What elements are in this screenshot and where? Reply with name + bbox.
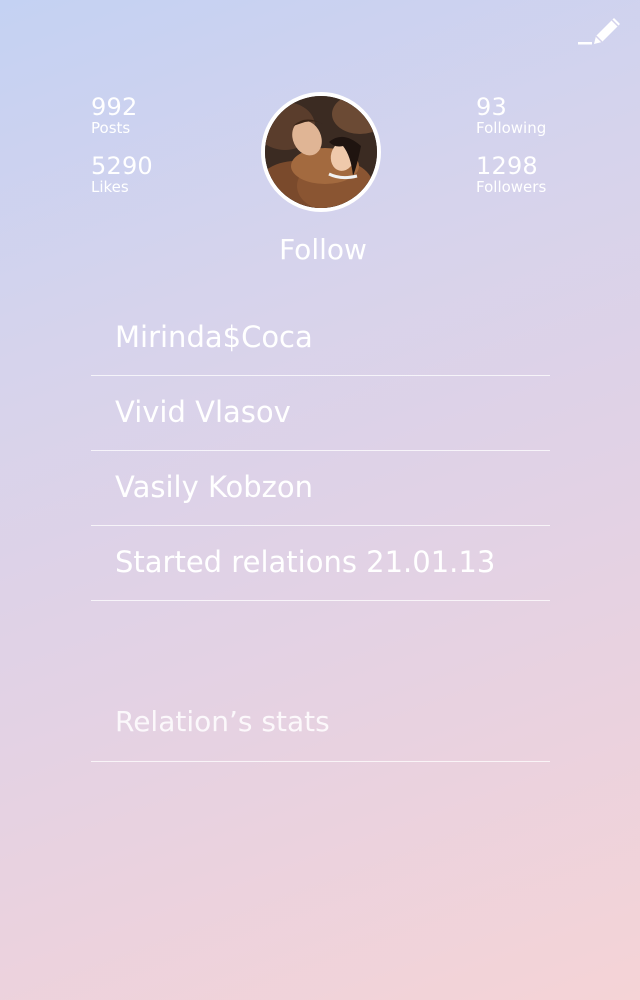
- follow-button[interactable]: Follow: [240, 230, 406, 270]
- posts-count: 992: [91, 93, 138, 121]
- list-item[interactable]: Started relations 21.01.13: [91, 526, 550, 601]
- followers-count: 1298: [476, 152, 538, 180]
- avatar[interactable]: [261, 92, 381, 212]
- followers-label: Followers: [476, 178, 547, 196]
- posts-stat[interactable]: 992 Posts: [91, 95, 137, 136]
- list-item[interactable]: Mirinda$Coca: [91, 301, 550, 376]
- list-item[interactable]: Vasily Kobzon: [91, 451, 550, 526]
- followers-stat[interactable]: 1298 Followers: [476, 154, 546, 195]
- posts-label: Posts: [91, 119, 131, 137]
- following-stat[interactable]: 93 Following: [476, 95, 546, 136]
- following-label: Following: [476, 119, 547, 137]
- likes-label: Likes: [91, 178, 129, 196]
- following-count: 93: [476, 93, 507, 121]
- relation-stats-button[interactable]: Relation’s stats: [91, 686, 550, 762]
- relation-details-list: Mirinda$Coca Vivid Vlasov Vasily Kobzon …: [91, 301, 550, 601]
- avatar-photo: [265, 96, 377, 208]
- list-item[interactable]: Vivid Vlasov: [91, 376, 550, 451]
- pencil-icon: [578, 18, 620, 45]
- likes-stat[interactable]: 5290 Likes: [91, 154, 153, 195]
- edit-button[interactable]: [576, 14, 624, 48]
- likes-count: 5290: [91, 152, 153, 180]
